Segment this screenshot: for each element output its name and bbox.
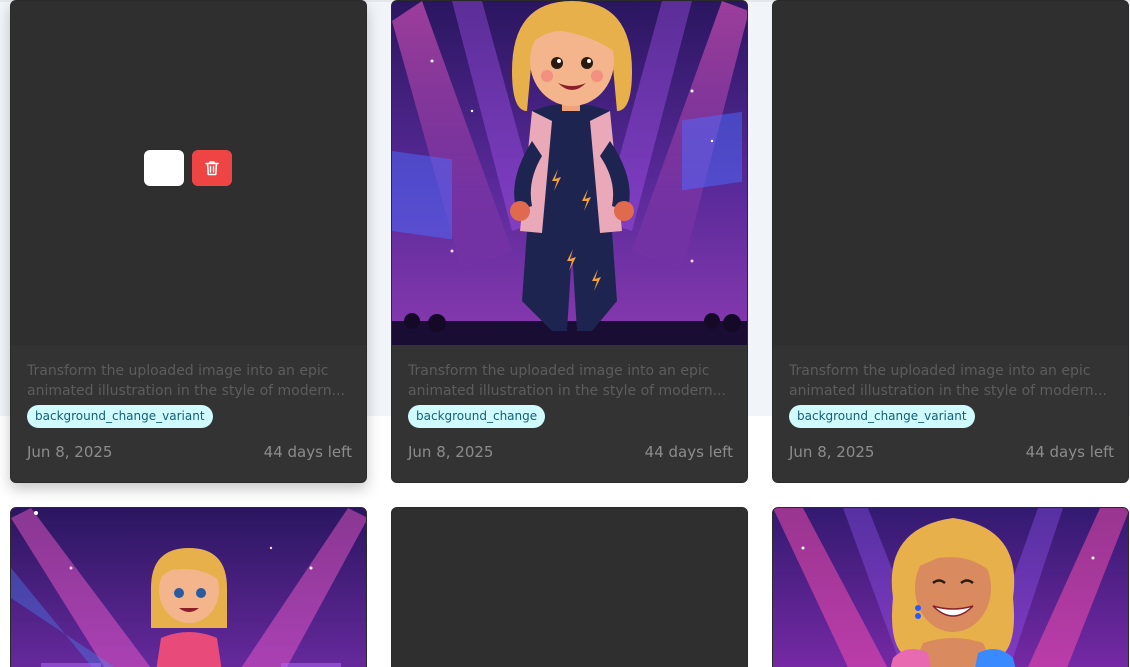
trash-icon xyxy=(205,161,219,176)
category-tag: background_change xyxy=(408,405,546,428)
generation-card[interactable]: Transform the uploaded image into an epi… xyxy=(772,0,1129,483)
delete-button[interactable] xyxy=(192,150,232,186)
generated-image[interactable] xyxy=(392,1,747,345)
generation-card[interactable] xyxy=(391,507,748,667)
generation-card[interactable]: Transform the uploaded image into an epi… xyxy=(391,0,748,483)
card-meta: Jun 8, 2025 44 days left xyxy=(789,443,1114,461)
card-hover-actions xyxy=(144,150,232,186)
category-tag: background_change_variant xyxy=(789,405,975,428)
prompt-text: Transform the uploaded image into an epi… xyxy=(27,361,352,401)
generation-card[interactable] xyxy=(772,507,1129,667)
prompt-line-1: Transform the uploaded image into an epi… xyxy=(789,363,1091,379)
card-body: Transform the uploaded image into an epi… xyxy=(392,345,747,482)
cartoon-woman-on-stage-icon xyxy=(773,508,1128,667)
expiry-countdown: 44 days left xyxy=(644,443,733,461)
cartoon-girl-on-stage-icon xyxy=(11,508,366,667)
expiry-countdown: 44 days left xyxy=(1025,443,1114,461)
expiry-countdown: 44 days left xyxy=(263,443,352,461)
card-meta: Jun 8, 2025 44 days left xyxy=(27,443,352,461)
created-date: Jun 8, 2025 xyxy=(27,443,113,461)
generation-card[interactable] xyxy=(10,507,367,667)
created-date: Jun 8, 2025 xyxy=(789,443,875,461)
generated-image[interactable] xyxy=(11,508,366,667)
card-body: Transform the uploaded image into an epi… xyxy=(773,345,1128,482)
image-placeholder xyxy=(392,508,747,667)
card-meta: Jun 8, 2025 44 days left xyxy=(408,443,733,461)
generation-card[interactable]: Transform the uploaded image into an epi… xyxy=(10,0,367,483)
prompt-line-1: Transform the uploaded image into an epi… xyxy=(27,363,329,379)
category-tag: background_change_variant xyxy=(27,405,213,428)
view-button[interactable] xyxy=(144,150,184,186)
prompt-text: Transform the uploaded image into an epi… xyxy=(789,361,1114,401)
cartoon-girl-on-stage-icon xyxy=(392,1,747,345)
prompt-line-2: animated illustration in the style of mo… xyxy=(27,383,345,399)
created-date: Jun 8, 2025 xyxy=(408,443,494,461)
prompt-text: Transform the uploaded image into an epi… xyxy=(408,361,733,401)
image-placeholder xyxy=(773,1,1128,345)
prompt-line-1: Transform the uploaded image into an epi… xyxy=(408,363,710,379)
generated-image[interactable] xyxy=(773,508,1128,667)
card-body: Transform the uploaded image into an epi… xyxy=(11,345,366,482)
prompt-line-2: animated illustration in the style of mo… xyxy=(789,383,1107,399)
prompt-line-2: animated illustration in the style of mo… xyxy=(408,383,726,399)
